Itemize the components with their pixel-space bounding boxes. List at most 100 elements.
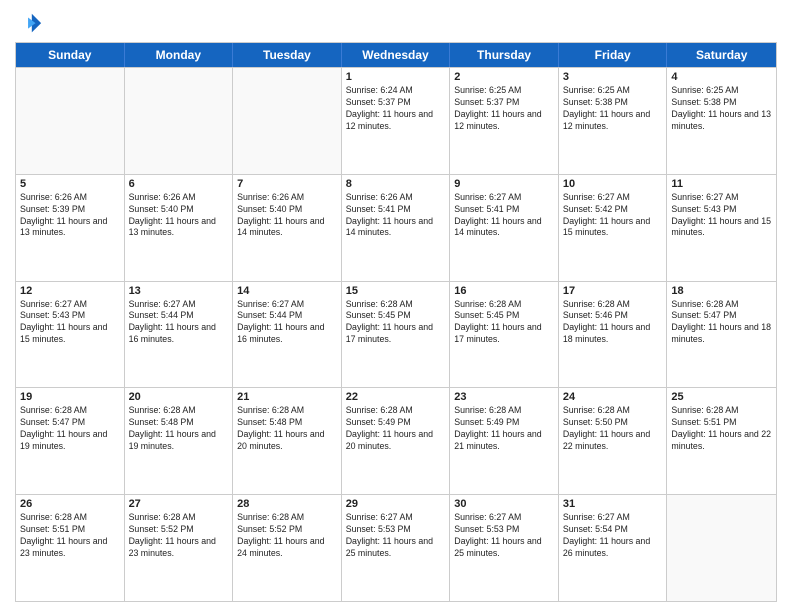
day-number: 2 [454,71,554,83]
calendar-day-1: 1 Sunrise: 6:24 AMSunset: 5:37 PMDaylight… [342,68,451,174]
day-number: 14 [237,285,337,297]
day-info: Sunrise: 6:28 AMSunset: 5:47 PMDaylight:… [671,299,772,347]
calendar-day-19: 19Sunrise: 6:28 AMSunset: 5:47 PMDayligh… [16,388,125,494]
calendar-day-29: 29Sunrise: 6:27 AMSunset: 5:53 PMDayligh… [342,495,451,601]
day-number: 27 [129,498,229,510]
day-number: 31 [563,498,663,510]
calendar-week-3: 12 Sunrise: 6:27 AMSunset: 5:43 PMDayligh… [16,281,776,388]
day-info: Sunrise: 6:27 AMSunset: 5:43 PMDaylight:… [20,299,120,347]
day-number: 30 [454,498,554,510]
header-day-sunday: Sunday [16,43,125,67]
header-day-wednesday: Wednesday [342,43,451,67]
calendar-day-12: 12 Sunrise: 6:27 AMSunset: 5:43 PMDayligh… [16,282,125,388]
day-number: 7 [237,178,337,190]
day-info: Sunrise: 6:28 AMSunset: 5:46 PMDaylight:… [563,299,663,347]
calendar-day-14: 14 Sunrise: 6:27 AMSunset: 5:44 PMDayligh… [233,282,342,388]
day-info: Sunrise: 6:28 AMSunset: 5:45 PMDaylight:… [346,299,446,347]
day-number: 4 [671,71,772,83]
empty-cell [16,68,125,174]
day-info: Sunrise: 6:28 AMSunset: 5:49 PMDaylight:… [346,405,446,453]
calendar-week-4: 19Sunrise: 6:28 AMSunset: 5:47 PMDayligh… [16,387,776,494]
calendar-day-30: 30 Sunrise: 6:27 AMSunset: 5:53 PMDayligh… [450,495,559,601]
header-day-thursday: Thursday [450,43,559,67]
day-info: Sunrise: 6:27 AMSunset: 5:53 PMDaylight:… [454,512,554,560]
day-info: Sunrise: 6:27 AMSunset: 5:53 PMDaylight:… [346,512,446,560]
empty-cell [233,68,342,174]
day-info: Sunrise: 6:28 AMSunset: 5:52 PMDaylight:… [237,512,337,560]
calendar-day-22: 22 Sunrise: 6:28 AMSunset: 5:49 PMDayligh… [342,388,451,494]
calendar-day-6: 6 Sunrise: 6:26 AMSunset: 5:40 PMDaylight… [125,175,234,281]
calendar-week-5: 26Sunrise: 6:28 AMSunset: 5:51 PMDayligh… [16,494,776,601]
day-number: 23 [454,391,554,403]
calendar-header: SundayMondayTuesdayWednesdayThursdayFrid… [16,43,776,67]
day-number: 10 [563,178,663,190]
day-info: Sunrise: 6:28 AMSunset: 5:52 PMDaylight:… [129,512,229,560]
calendar-day-27: 27 Sunrise: 6:28 AMSunset: 5:52 PMDayligh… [125,495,234,601]
day-info: Sunrise: 6:26 AMSunset: 5:40 PMDaylight:… [129,192,229,240]
day-number: 16 [454,285,554,297]
calendar-day-15: 15 Sunrise: 6:28 AMSunset: 5:45 PMDayligh… [342,282,451,388]
day-info: Sunrise: 6:26 AMSunset: 5:39 PMDaylight:… [20,192,120,240]
calendar-day-10: 10 Sunrise: 6:27 AMSunset: 5:42 PMDayligh… [559,175,668,281]
calendar-day-26: 26Sunrise: 6:28 AMSunset: 5:51 PMDayligh… [16,495,125,601]
header-day-tuesday: Tuesday [233,43,342,67]
empty-cell [125,68,234,174]
day-number: 8 [346,178,446,190]
calendar-day-18: 18Sunrise: 6:28 AMSunset: 5:47 PMDayligh… [667,282,776,388]
header-day-monday: Monday [125,43,234,67]
day-number: 20 [129,391,229,403]
calendar-day-5: 5 Sunrise: 6:26 AMSunset: 5:39 PMDaylight… [16,175,125,281]
day-info: Sunrise: 6:27 AMSunset: 5:44 PMDaylight:… [129,299,229,347]
calendar-day-4: 4 Sunrise: 6:25 AMSunset: 5:38 PMDaylight… [667,68,776,174]
calendar-day-24: 24 Sunrise: 6:28 AMSunset: 5:50 PMDayligh… [559,388,668,494]
empty-cell [667,495,776,601]
day-info: Sunrise: 6:26 AMSunset: 5:40 PMDaylight:… [237,192,337,240]
day-number: 1 [346,71,446,83]
day-info: Sunrise: 6:28 AMSunset: 5:51 PMDaylight:… [20,512,120,560]
calendar-day-25: 25 Sunrise: 6:28 AMSunset: 5:51 PMDayligh… [667,388,776,494]
calendar-page: SundayMondayTuesdayWednesdayThursdayFrid… [0,0,792,612]
day-info: Sunrise: 6:28 AMSunset: 5:45 PMDaylight:… [454,299,554,347]
day-info: Sunrise: 6:27 AMSunset: 5:44 PMDaylight:… [237,299,337,347]
calendar-day-11: 11 Sunrise: 6:27 AMSunset: 5:43 PMDayligh… [667,175,776,281]
day-number: 11 [671,178,772,190]
day-info: Sunrise: 6:25 AMSunset: 5:37 PMDaylight:… [454,85,554,133]
day-info: Sunrise: 6:27 AMSunset: 5:42 PMDaylight:… [563,192,663,240]
day-info: Sunrise: 6:28 AMSunset: 5:48 PMDaylight:… [129,405,229,453]
calendar: SundayMondayTuesdayWednesdayThursdayFrid… [15,42,777,602]
calendar-day-8: 8Sunrise: 6:26 AMSunset: 5:41 PMDaylight… [342,175,451,281]
calendar-day-17: 17 Sunrise: 6:28 AMSunset: 5:46 PMDayligh… [559,282,668,388]
day-number: 6 [129,178,229,190]
day-number: 21 [237,391,337,403]
calendar-body: 1 Sunrise: 6:24 AMSunset: 5:37 PMDaylight… [16,67,776,601]
header-day-friday: Friday [559,43,668,67]
day-info: Sunrise: 6:28 AMSunset: 5:49 PMDaylight:… [454,405,554,453]
day-number: 12 [20,285,120,297]
day-info: Sunrise: 6:25 AMSunset: 5:38 PMDaylight:… [671,85,772,133]
calendar-day-31: 31Sunrise: 6:27 AMSunset: 5:54 PMDayligh… [559,495,668,601]
day-info: Sunrise: 6:28 AMSunset: 5:51 PMDaylight:… [671,405,772,453]
day-number: 25 [671,391,772,403]
day-number: 28 [237,498,337,510]
day-number: 15 [346,285,446,297]
day-info: Sunrise: 6:24 AMSunset: 5:37 PMDaylight:… [346,85,446,133]
day-number: 22 [346,391,446,403]
day-number: 5 [20,178,120,190]
day-number: 24 [563,391,663,403]
day-info: Sunrise: 6:28 AMSunset: 5:50 PMDaylight:… [563,405,663,453]
day-info: Sunrise: 6:27 AMSunset: 5:43 PMDaylight:… [671,192,772,240]
calendar-week-1: 1 Sunrise: 6:24 AMSunset: 5:37 PMDaylight… [16,67,776,174]
calendar-day-2: 2 Sunrise: 6:25 AMSunset: 5:37 PMDaylight… [450,68,559,174]
logo-icon [15,10,43,38]
page-header [15,10,777,38]
header-day-saturday: Saturday [667,43,776,67]
calendar-day-16: 16 Sunrise: 6:28 AMSunset: 5:45 PMDayligh… [450,282,559,388]
day-info: Sunrise: 6:25 AMSunset: 5:38 PMDaylight:… [563,85,663,133]
calendar-day-3: 3Sunrise: 6:25 AMSunset: 5:38 PMDaylight… [559,68,668,174]
logo [15,10,47,38]
calendar-day-7: 7 Sunrise: 6:26 AMSunset: 5:40 PMDaylight… [233,175,342,281]
calendar-day-23: 23 Sunrise: 6:28 AMSunset: 5:49 PMDayligh… [450,388,559,494]
day-info: Sunrise: 6:28 AMSunset: 5:48 PMDaylight:… [237,405,337,453]
day-number: 19 [20,391,120,403]
day-number: 17 [563,285,663,297]
